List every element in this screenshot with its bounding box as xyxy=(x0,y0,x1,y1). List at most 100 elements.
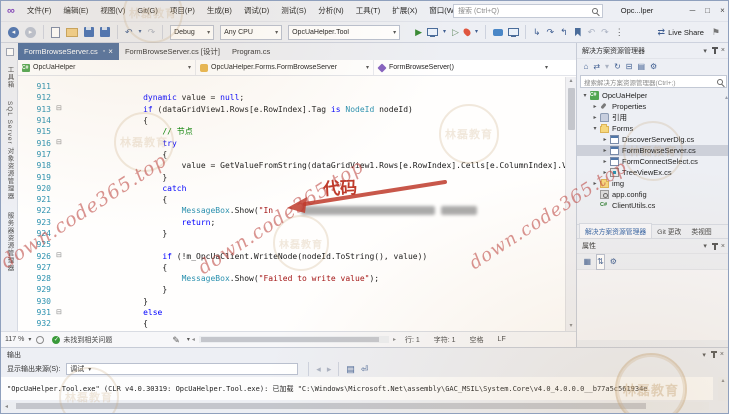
code-text[interactable]: value = GetValueFromString(dataGridView1… xyxy=(66,161,565,170)
tree-item[interactable]: ▸ Properties xyxy=(577,101,728,112)
next-message-icon[interactable]: ▸ xyxy=(327,362,332,376)
tree-item[interactable]: app.config xyxy=(577,189,728,200)
alphabetical-sort-icon[interactable]: ⇅ xyxy=(596,253,605,270)
scroll-left-icon[interactable]: ◂ xyxy=(5,403,8,410)
show-all-files-icon[interactable]: ▤ xyxy=(637,60,645,74)
step-out-icon[interactable]: ↰ xyxy=(560,25,568,39)
scroll-up-icon[interactable]: ▴ xyxy=(721,378,724,384)
expand-icon[interactable]: ▾ xyxy=(591,125,599,132)
chevron-down-icon[interactable]: ▾ xyxy=(475,25,478,39)
home-icon[interactable]: ⌂ xyxy=(584,60,589,74)
step-into-icon[interactable]: ↳ xyxy=(533,25,541,39)
scroll-up-icon[interactable]: ▴ xyxy=(725,94,728,101)
maximize-button[interactable]: □ xyxy=(700,1,715,21)
platform-dropdown[interactable]: Any CPU ▾ xyxy=(220,24,283,40)
preview-in-browser-icon[interactable] xyxy=(507,28,519,37)
pin-icon[interactable] xyxy=(711,47,718,54)
sync-with-active-document-icon[interactable]: ⇄ xyxy=(593,60,600,74)
code-text[interactable]: } xyxy=(66,285,565,294)
expand-icon[interactable]: ▸ xyxy=(601,158,609,165)
editor-horizontal-scrollbar[interactable] xyxy=(198,336,389,343)
solution-config-dropdown[interactable]: Debug ▾ xyxy=(170,24,215,40)
scrollbar-thumb[interactable] xyxy=(200,337,379,342)
output-vertical-scrollbar[interactable]: ▴ xyxy=(718,377,728,401)
breadcrumb-project-dropdown[interactable]: OpcUaHelper ▾ xyxy=(18,60,196,75)
chevron-down-icon[interactable]: ▾ xyxy=(187,336,190,343)
code-text[interactable]: } xyxy=(66,297,565,306)
feedback-flag-icon[interactable]: ⚑ xyxy=(712,25,720,39)
tab-close-icon[interactable]: × xyxy=(108,47,113,56)
pin-icon[interactable] xyxy=(711,242,718,250)
tree-item[interactable]: ▸ DiscoverServerDlg.cs xyxy=(577,134,728,145)
edit-suggestions-icon[interactable]: ✎ xyxy=(172,333,180,347)
chevron-down-icon[interactable]: ▾ xyxy=(702,351,706,359)
quick-search-box[interactable]: 搜索 (Ctrl+Q) xyxy=(453,4,603,18)
tree-item[interactable]: ▾ OpcUaHelper xyxy=(577,90,728,101)
panel-tab-0[interactable]: 解决方案资源管理器 xyxy=(579,223,653,238)
menu-item-8[interactable]: 分析(N) xyxy=(312,1,349,21)
code-text[interactable]: { xyxy=(66,150,565,159)
start-without-debugging-icon[interactable]: ▷ xyxy=(452,25,459,39)
open-file-icon[interactable] xyxy=(66,27,78,37)
tree-item[interactable]: ▸ FormBrowseServer.cs xyxy=(577,145,728,156)
property-pages-icon[interactable]: ⚙ xyxy=(610,255,617,269)
expand-icon[interactable]: ▸ xyxy=(601,136,609,143)
scrollbar-thumb[interactable] xyxy=(16,403,647,409)
tree-item[interactable]: ClientUtils.cs xyxy=(577,200,728,211)
bookmark-icon[interactable] xyxy=(574,27,581,37)
code-text[interactable]: catch xyxy=(66,184,565,193)
close-icon[interactable]: × xyxy=(721,47,725,54)
close-icon[interactable]: × xyxy=(721,243,725,250)
expand-icon[interactable]: ▸ xyxy=(591,180,599,187)
save-icon[interactable] xyxy=(84,27,94,37)
pin-icon[interactable] xyxy=(710,351,717,358)
editor-vertical-scrollbar[interactable]: ▴ ▾ xyxy=(565,77,576,331)
attach-to-process-icon[interactable] xyxy=(427,28,439,37)
code-text[interactable]: try xyxy=(66,139,565,148)
close-icon[interactable]: × xyxy=(720,351,724,358)
step-over-icon[interactable]: ↷ xyxy=(547,25,555,39)
side-tab-1[interactable]: SQL Server 对象资源管理器 xyxy=(4,101,14,200)
code-text[interactable]: MessageBox.Show("Failed to write value")… xyxy=(66,274,565,283)
menu-item-0[interactable]: 文件(F) xyxy=(21,1,58,21)
tree-item[interactable]: ▸ TreeViewEx.cs xyxy=(577,167,728,178)
solution-search-box[interactable]: 搜索解决方案资源管理器(Ctrl+;) xyxy=(580,75,727,88)
scroll-up-icon[interactable]: ▴ xyxy=(569,77,572,84)
expand-icon[interactable]: ▸ xyxy=(591,114,599,121)
tree-item[interactable]: ▸ 引用 xyxy=(577,112,728,123)
fold-marker-icon[interactable]: ⊟ xyxy=(56,252,66,260)
menu-item-3[interactable]: Git(G) xyxy=(131,1,163,21)
chevron-down-icon[interactable]: ▾ xyxy=(28,336,31,343)
menu-item-10[interactable]: 扩展(X) xyxy=(386,1,423,21)
comment-icon[interactable] xyxy=(492,28,503,36)
menu-item-4[interactable]: 项目(P) xyxy=(164,1,201,21)
toolbar-overflow-icon[interactable]: ⋮ xyxy=(615,25,624,39)
save-all-icon[interactable] xyxy=(100,27,110,37)
chevron-down-icon[interactable]: ▾ xyxy=(703,242,707,250)
code-text[interactable]: // 节点 xyxy=(66,126,565,137)
code-text[interactable]: { xyxy=(66,195,565,204)
code-text[interactable]: { xyxy=(66,263,565,272)
status-spaces[interactable]: 空格 xyxy=(470,335,484,345)
code-text[interactable]: if (!m_OpcUaClient.WriteNode(nodeId.ToSt… xyxy=(66,252,565,261)
clear-all-icon[interactable]: ▤ xyxy=(346,362,355,376)
fold-marker-icon[interactable]: ⊟ xyxy=(56,309,66,317)
expand-icon[interactable]: ▸ xyxy=(591,103,599,110)
menu-item-2[interactable]: 视图(V) xyxy=(94,1,131,21)
expand-icon[interactable]: ▾ xyxy=(581,92,589,99)
tree-item[interactable]: ▾ Forms xyxy=(577,123,728,134)
side-tab-0[interactable]: 工具箱 xyxy=(4,66,14,89)
document-tab[interactable]: Program.cs xyxy=(226,43,276,60)
scroll-left-icon[interactable]: ◂ xyxy=(192,336,195,343)
fold-marker-icon[interactable]: ⊟ xyxy=(56,139,66,147)
undo-dropdown-icon[interactable]: ▾ xyxy=(139,25,142,39)
chevron-down-icon[interactable]: ▾ xyxy=(703,47,707,55)
document-tab[interactable]: FormBrowseServer.cs [设计] xyxy=(119,43,226,60)
navigate-back-icon[interactable]: ◂ xyxy=(8,26,19,38)
previous-message-icon[interactable]: ◂ xyxy=(316,362,321,376)
refresh-icon[interactable]: ↻ xyxy=(614,60,621,74)
minimize-button[interactable]: ─ xyxy=(685,1,700,21)
fold-marker-icon[interactable]: ⊟ xyxy=(56,105,66,113)
code-text[interactable]: } xyxy=(66,229,565,238)
scroll-right-icon[interactable]: ▸ xyxy=(393,336,396,343)
